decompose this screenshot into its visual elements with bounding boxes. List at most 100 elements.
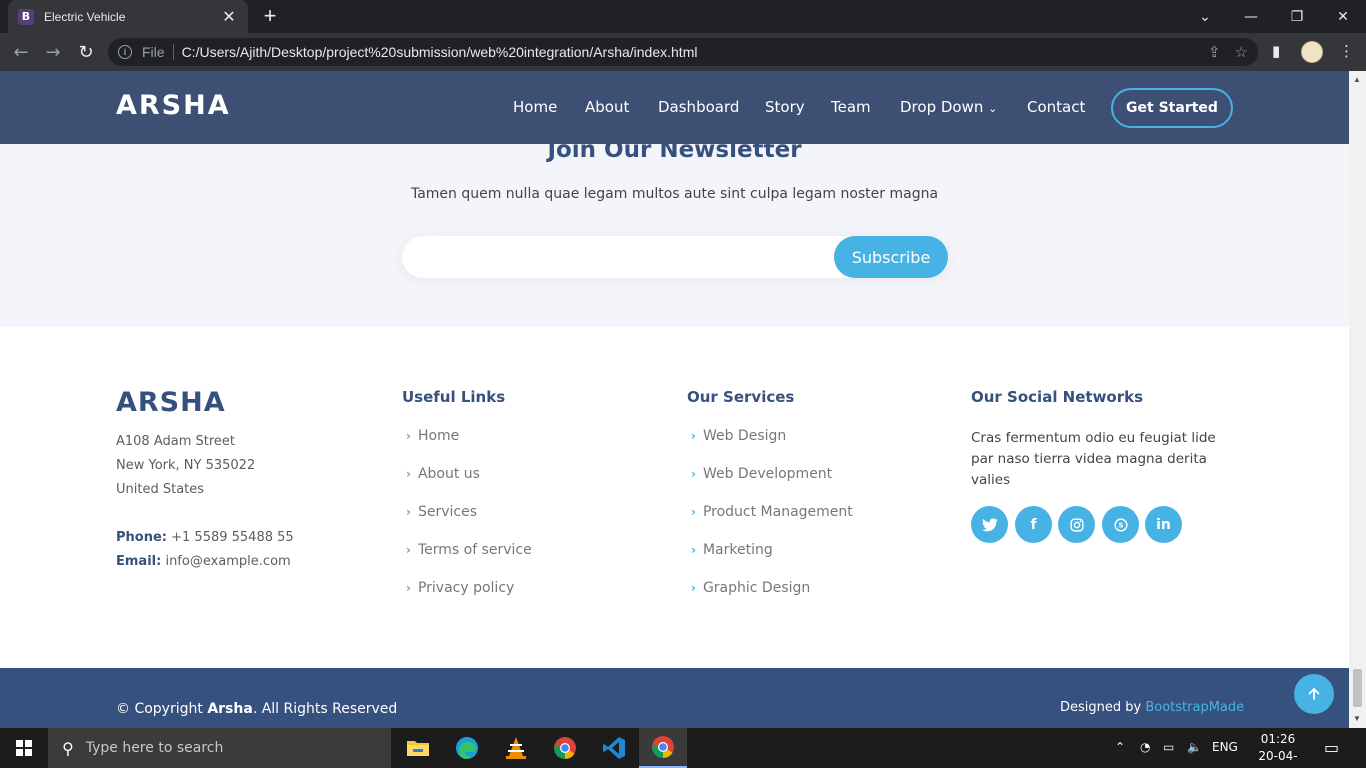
service-link-product-management[interactable]: › Product Management bbox=[691, 504, 853, 520]
footer-link-home[interactable]: › Home bbox=[406, 428, 459, 444]
side-panel-icon[interactable]: ▮ bbox=[1272, 42, 1280, 60]
edge-icon bbox=[456, 737, 478, 759]
chevron-right-icon: › bbox=[406, 429, 411, 443]
subscribe-button[interactable]: Subscribe bbox=[834, 236, 948, 278]
browser-tab[interactable]: B Electric Vehicle ✕ bbox=[8, 0, 248, 33]
network-icon[interactable]: ◔ bbox=[1140, 740, 1150, 754]
service-link-web-development[interactable]: › Web Development bbox=[691, 466, 832, 482]
taskbar-clock[interactable]: 01:26 20-04-2023 bbox=[1246, 731, 1310, 768]
chevron-right-icon: › bbox=[406, 581, 411, 595]
address-bar[interactable]: i File C:/Users/Ajith/Desktop/project%20… bbox=[108, 38, 1258, 66]
taskbar-search-placeholder: Type here to search bbox=[85, 740, 224, 756]
file-explorer-app[interactable] bbox=[394, 728, 442, 768]
skype-icon[interactable]: S bbox=[1102, 506, 1139, 543]
footer-link-terms[interactable]: › Terms of service bbox=[406, 542, 532, 558]
tab-search-icon[interactable]: ⌄ bbox=[1182, 0, 1228, 33]
nav-dropdown[interactable]: Drop Down ⌄ bbox=[900, 98, 997, 116]
vlc-app[interactable] bbox=[492, 728, 540, 768]
taskbar-search[interactable]: ⚲ Type here to search bbox=[48, 728, 391, 768]
address-line-2: New York, NY 535022 bbox=[116, 458, 256, 473]
svg-text:S: S bbox=[1118, 521, 1123, 529]
chevron-right-icon: › bbox=[691, 505, 696, 519]
menu-kebab-icon[interactable]: ⋮ bbox=[1339, 42, 1354, 60]
reload-icon[interactable]: ↻ bbox=[73, 40, 99, 64]
bootstrap-favicon-icon: B bbox=[18, 8, 34, 25]
newsletter-text: Tamen quem nulla quae legam multos aute … bbox=[410, 186, 939, 202]
footer-link-about[interactable]: › About us bbox=[406, 466, 480, 482]
phone-label: Phone: bbox=[116, 530, 167, 545]
close-window-button[interactable]: ✕ bbox=[1320, 0, 1366, 33]
scroll-up-arrow-icon[interactable]: ▲ bbox=[1353, 75, 1361, 84]
nav-contact[interactable]: Contact bbox=[1027, 98, 1085, 116]
site-header: ARSHA Home About Dashboard Story Team Dr… bbox=[0, 71, 1349, 144]
chrome-app-active[interactable] bbox=[639, 728, 687, 768]
browser-toolbar: ← → ↻ i File C:/Users/Ajith/Desktop/proj… bbox=[0, 33, 1366, 71]
vscode-icon bbox=[603, 737, 625, 759]
show-hidden-icons-chevron-icon[interactable]: ⌃ bbox=[1115, 740, 1125, 754]
chevron-right-icon: › bbox=[406, 543, 411, 557]
footer-link-label: Terms of service bbox=[417, 542, 532, 558]
footer-link-privacy[interactable]: › Privacy policy bbox=[406, 580, 514, 596]
phone-line: Phone: +1 5589 55488 55 bbox=[116, 530, 294, 545]
vscode-app[interactable] bbox=[590, 728, 638, 768]
get-started-button[interactable]: Get Started bbox=[1111, 88, 1233, 128]
clock-date: 20-04-2023 bbox=[1258, 749, 1298, 768]
twitter-icon[interactable] bbox=[971, 506, 1008, 543]
service-link-label: Marketing bbox=[702, 542, 773, 558]
page-scrollbar[interactable]: ▲ ▼ bbox=[1349, 71, 1366, 728]
forward-arrow-icon[interactable]: → bbox=[40, 40, 66, 64]
nav-story[interactable]: Story bbox=[765, 98, 805, 116]
nav-team[interactable]: Team bbox=[831, 98, 871, 116]
linkedin-icon[interactable]: in bbox=[1145, 506, 1182, 543]
address-line-3: United States bbox=[116, 482, 205, 497]
nav-dashboard[interactable]: Dashboard bbox=[658, 98, 739, 116]
service-link-label: Graphic Design bbox=[702, 580, 811, 596]
site-logo[interactable]: ARSHA bbox=[116, 90, 231, 121]
edge-app[interactable] bbox=[443, 728, 491, 768]
newsletter-email-input[interactable] bbox=[402, 236, 832, 278]
nav-home[interactable]: Home bbox=[513, 98, 557, 116]
chevron-right-icon: › bbox=[691, 581, 696, 595]
info-icon[interactable]: i bbox=[118, 45, 132, 59]
back-arrow-icon[interactable]: ← bbox=[8, 40, 34, 64]
battery-icon[interactable]: ▭ bbox=[1163, 740, 1174, 754]
new-tab-button[interactable]: + bbox=[258, 4, 282, 28]
email-value: info@example.com bbox=[165, 554, 291, 569]
bookmark-star-icon[interactable]: ☆ bbox=[1235, 43, 1248, 61]
chevron-right-icon: › bbox=[691, 543, 696, 557]
minimize-button[interactable]: — bbox=[1228, 0, 1274, 33]
browser-tab-strip: B Electric Vehicle ✕ + ⌄ — ❐ ✕ bbox=[0, 0, 1366, 33]
footer-link-services[interactable]: › Services bbox=[406, 504, 477, 520]
service-link-label: Product Management bbox=[702, 504, 853, 520]
nav-about[interactable]: About bbox=[585, 98, 629, 116]
back-to-top-button[interactable] bbox=[1294, 674, 1334, 714]
start-button[interactable] bbox=[0, 728, 48, 768]
chrome-app[interactable] bbox=[541, 728, 589, 768]
close-tab-icon[interactable]: ✕ bbox=[220, 7, 238, 27]
nav-dropdown-label: Drop Down bbox=[900, 98, 984, 116]
windows-taskbar: ⚲ Type here to search ⌃ ◔ ▭ 🔈 ENG 01:26 … bbox=[0, 728, 1366, 768]
service-link-web-design[interactable]: › Web Design bbox=[691, 428, 786, 444]
facebook-icon[interactable]: f bbox=[1015, 506, 1052, 543]
page-viewport: Join Our Newsletter Tamen quem nulla qua… bbox=[0, 71, 1349, 728]
file-label: File bbox=[142, 44, 165, 60]
restore-button[interactable]: ❐ bbox=[1274, 0, 1320, 33]
notifications-icon[interactable]: ▭ bbox=[1324, 738, 1339, 757]
scroll-down-arrow-icon[interactable]: ▼ bbox=[1353, 714, 1361, 723]
service-link-marketing[interactable]: › Marketing bbox=[691, 542, 773, 558]
service-link-graphic-design[interactable]: › Graphic Design bbox=[691, 580, 810, 596]
copyright-suffix: . All Rights Reserved bbox=[252, 701, 398, 717]
profile-avatar[interactable] bbox=[1301, 41, 1323, 63]
bootstrapmade-link[interactable]: BootstrapMade bbox=[1145, 700, 1244, 715]
service-link-label: Web Development bbox=[702, 466, 833, 482]
credits-prefix: Designed by bbox=[1060, 700, 1146, 715]
newsletter-form: Subscribe bbox=[402, 236, 948, 278]
url-text[interactable]: C:/Users/Ajith/Desktop/project%20submiss… bbox=[182, 44, 698, 60]
instagram-icon[interactable] bbox=[1058, 506, 1095, 543]
scroll-thumb[interactable] bbox=[1353, 669, 1362, 707]
share-icon[interactable]: ⇪ bbox=[1208, 43, 1221, 61]
language-indicator[interactable]: ENG bbox=[1212, 740, 1238, 754]
volume-icon[interactable]: 🔈 bbox=[1187, 740, 1202, 754]
service-link-label: Web Design bbox=[702, 428, 787, 444]
services-title: Our Services bbox=[687, 388, 795, 406]
